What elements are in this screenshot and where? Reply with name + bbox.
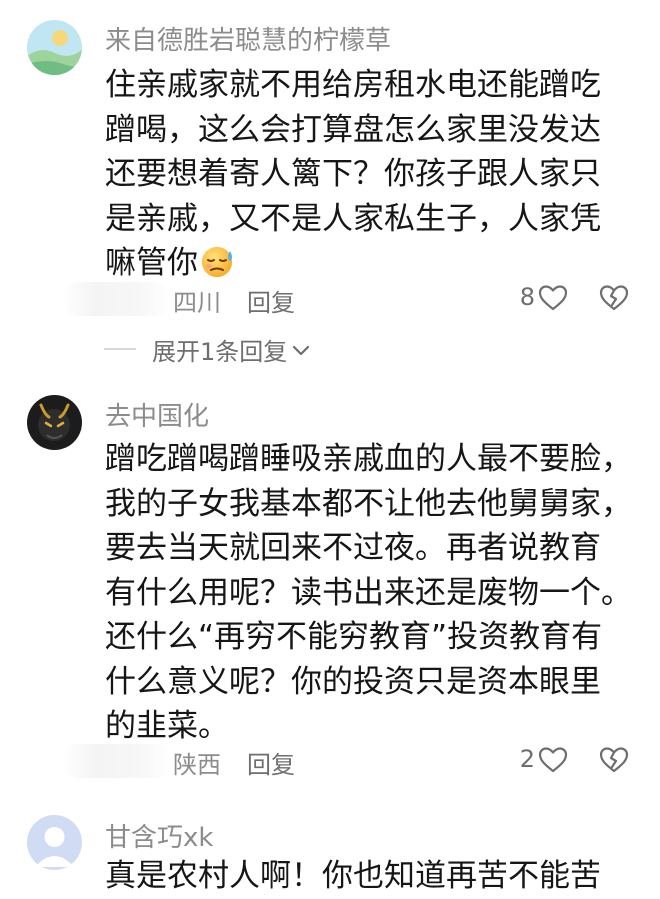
expand-replies-label: 展开1条回复	[152, 338, 288, 366]
reply-button[interactable]: 回复	[247, 283, 295, 318]
comment-line: 蹭吃蹭喝蹭睡吸亲戚血的人最不要脸，	[105, 441, 632, 477]
comment-text: 住亲戚家就不用给房租水电还能蹭吃 蹭喝，这么会打算盘怎么家里没发达 还要想着寄人…	[105, 63, 640, 286]
expand-replies-button[interactable]: 展开1条回复	[152, 332, 311, 367]
blurred-timestamp	[62, 744, 172, 778]
username[interactable]: 去中国化	[105, 396, 209, 433]
location-label: 陕西	[173, 751, 221, 779]
comment-line: 我的子女我基本都不让他去他舅舅家，	[105, 485, 632, 522]
like-count: 8	[519, 283, 535, 311]
username[interactable]: 来自德胜岩聪慧的柠檬草	[105, 20, 391, 57]
avatar[interactable]	[27, 20, 82, 75]
broken-heart-icon[interactable]	[599, 284, 629, 312]
broken-heart-icon[interactable]	[599, 746, 629, 774]
comment-line: 有什么用呢？读书出来还是废物一个。	[105, 574, 632, 611]
dark-creature-avatar-icon	[27, 395, 82, 450]
username[interactable]: 甘含巧xk	[105, 817, 213, 854]
comment-line: 是亲戚，又不是人家私生子，人家凭	[105, 200, 601, 237]
comment-line: 嘛管你	[105, 241, 640, 286]
comment-line: 还什么“再穷不能穷教育”投资教育有	[105, 619, 603, 655]
comment-line: 蹭喝，这么会打算盘怎么家里没发达	[105, 111, 601, 148]
chevron-down-icon	[293, 345, 310, 355]
blurred-timestamp	[62, 282, 172, 316]
like-count: 2	[519, 745, 535, 773]
comment-text: 蹭吃蹭喝蹭睡吸亲戚血的人最不要脸， 我的子女我基本都不让他去他舅舅家， 要去当天…	[105, 437, 640, 749]
heart-outline-icon[interactable]	[538, 284, 568, 312]
comment-line: 什么意义呢？你的投资只是资本眼里	[105, 663, 601, 700]
comment-line: 真是农村人啊！你也知道再苦不能苦	[105, 858, 601, 894]
comment-text: 真是农村人啊！你也知道再苦不能苦	[105, 854, 640, 899]
reply-button[interactable]: 回复	[247, 745, 295, 780]
expand-divider	[104, 348, 136, 350]
sweat-face-emoji-icon	[202, 247, 232, 277]
comment-line-text: 嘛管你	[105, 245, 198, 281]
default-user-avatar-icon	[27, 815, 82, 870]
landscape-avatar-icon	[27, 20, 82, 75]
avatar[interactable]	[27, 395, 82, 450]
heart-outline-icon[interactable]	[538, 746, 568, 774]
comment-line: 的韭菜。	[105, 708, 229, 744]
avatar[interactable]	[27, 815, 82, 870]
comment-line: 还要想着寄人篱下？你孩子跟人家只	[105, 156, 601, 192]
comment-line: 要去当天就回来不过夜。再者说教育	[105, 530, 601, 566]
location-label: 四川	[173, 289, 221, 317]
comment-line: 住亲戚家就不用给房租水电还能蹭吃	[105, 67, 601, 103]
